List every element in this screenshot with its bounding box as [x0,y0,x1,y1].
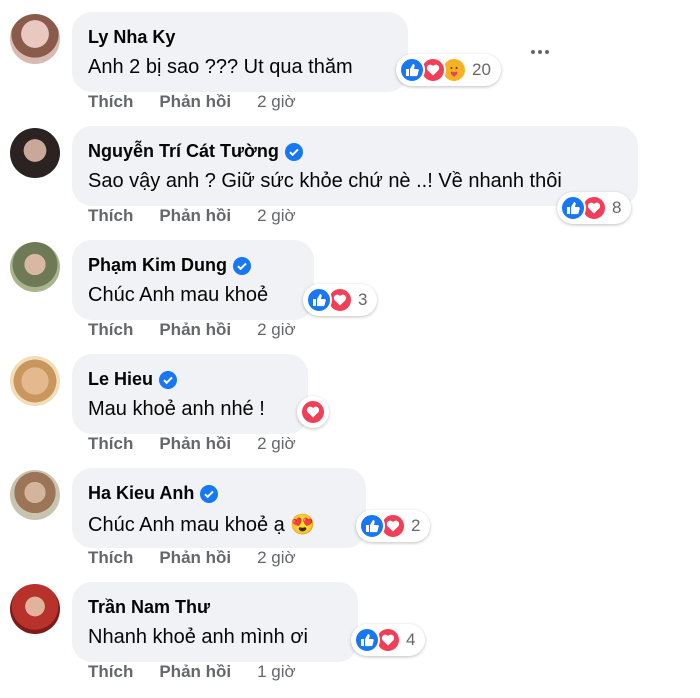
comment-actions: Thích Phản hồi 2 giờ [88,206,296,226]
like-icon [399,57,425,83]
love-icon [300,399,326,425]
comment-actions: Thích Phản hồi 2 giờ [88,92,296,112]
like-icon [560,195,586,221]
comment-author[interactable]: Ly Nha Ky [88,27,175,48]
comment-author[interactable]: Phạm Kim Dung [88,255,252,276]
avatar[interactable] [10,356,60,406]
avatar[interactable] [10,470,60,520]
like-button[interactable]: Thích [88,320,133,340]
comment-timestamp[interactable]: 2 giờ [257,320,296,340]
like-button[interactable]: Thích [88,206,133,226]
comment-text: Sao vậy anh ? Giữ sức khỏe chứ nè ..! Về… [88,170,562,192]
comment-bubble: Le Hieu Mau khoẻ anh nhé ! [72,354,308,434]
comment-item: Ly Nha Ky Anh 2 bị sao ??? Ut qua thăm 2… [0,0,700,114]
verified-badge-icon [200,484,219,503]
reaction-summary[interactable]: 8 [557,192,632,224]
comment-actions: Thích Phản hồi 2 giờ [88,434,296,454]
comment-timestamp[interactable]: 1 giờ [257,662,296,682]
reaction-count: 8 [612,198,622,217]
reaction-summary[interactable]: 4 [351,624,426,656]
reaction-summary[interactable]: 3 [303,284,378,316]
reaction-summary[interactable]: 20 [396,54,501,86]
comment-author[interactable]: Le Hieu [88,369,178,390]
comment-text: Anh 2 bị sao ??? Ut qua thăm [88,56,353,78]
comment-timestamp[interactable]: 2 giờ [257,548,296,568]
comment-item: Ha Kieu Anh Chúc Anh mau khoẻ ạ 😍 2 Thíc… [0,456,700,570]
comment-bubble: Phạm Kim Dung Chúc Anh mau khoẻ [72,240,314,320]
comment-bubble: Ha Kieu Anh Chúc Anh mau khoẻ ạ 😍 [72,468,366,548]
reaction-count: 4 [406,630,416,649]
reaction-summary[interactable] [297,396,329,428]
reply-button[interactable]: Phản hồi [159,662,231,682]
reaction-count: 3 [358,290,368,309]
more-options-icon[interactable] [528,40,552,64]
comment-item: Le Hieu Mau khoẻ anh nhé ! Thích Phản hồ… [0,342,700,456]
comment-actions: Thích Phản hồi 1 giờ [88,662,296,682]
comment-author[interactable]: Ha Kieu Anh [88,483,219,504]
reply-button[interactable]: Phản hồi [159,206,231,226]
reaction-count: 20 [472,60,491,79]
reply-button[interactable]: Phản hồi [159,434,231,454]
comment-bubble: Ly Nha Ky Anh 2 bị sao ??? Ut qua thăm [72,12,408,92]
reply-button[interactable]: Phản hồi [159,92,231,112]
comment-text: Mau khoẻ anh nhé ! [88,398,265,420]
like-button[interactable]: Thích [88,434,133,454]
comment-item: Nguyễn Trí Cát Tường Sao vậy anh ? Giữ s… [0,114,700,228]
comment-timestamp[interactable]: 2 giờ [257,92,296,112]
verified-badge-icon [159,370,178,389]
like-button[interactable]: Thích [88,92,133,112]
avatar[interactable] [10,242,60,292]
like-button[interactable]: Thích [88,662,133,682]
like-icon [306,287,332,313]
reaction-count: 2 [411,516,421,535]
comment-text: Chúc Anh mau khoẻ [88,284,269,306]
comment-actions: Thích Phản hồi 2 giờ [88,320,296,340]
like-button[interactable]: Thích [88,548,133,568]
reply-button[interactable]: Phản hồi [159,320,231,340]
comment-timestamp[interactable]: 2 giờ [257,434,296,454]
comment-actions: Thích Phản hồi 2 giờ [88,548,296,568]
reply-button[interactable]: Phản hồi [159,548,231,568]
like-icon [359,513,385,539]
comment-bubble: Trần Nam Thư Nhanh khoẻ anh mình ơi [72,582,358,662]
like-icon [354,627,380,653]
verified-badge-icon [233,256,252,275]
comment-text: Nhanh khoẻ anh mình ơi [88,626,308,648]
comment-author[interactable]: Nguyễn Trí Cát Tường [88,141,303,162]
verified-badge-icon [284,142,303,161]
comment-timestamp[interactable]: 2 giờ [257,206,296,226]
comment-bubble: Nguyễn Trí Cát Tường Sao vậy anh ? Giữ s… [72,126,638,206]
avatar[interactable] [10,128,60,178]
comment-item: Phạm Kim Dung Chúc Anh mau khoẻ 3 Thích … [0,228,700,342]
comment-text: Chúc Anh mau khoẻ ạ 😍 [88,514,316,536]
comment-author[interactable]: Trần Nam Thư [88,597,210,618]
comment-item: Trần Nam Thư Nhanh khoẻ anh mình ơi 4 Th… [0,570,700,684]
reaction-summary[interactable]: 2 [356,510,431,542]
avatar[interactable] [10,584,60,634]
avatar[interactable] [10,14,60,64]
